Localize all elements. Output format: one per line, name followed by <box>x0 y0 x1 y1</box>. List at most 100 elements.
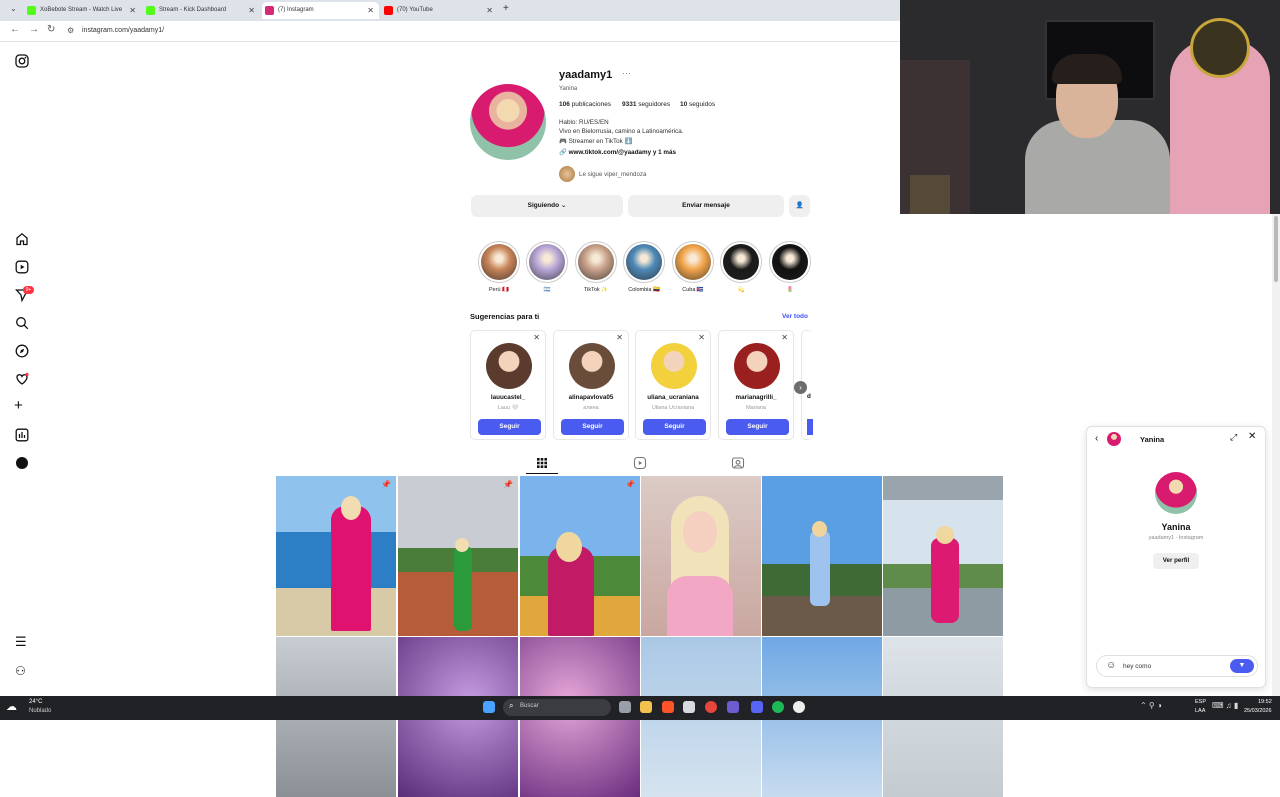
suggestion-card[interactable]: ✕ alinapavlova05 алина Seguir <box>553 330 629 440</box>
forward-icon[interactable]: → <box>29 24 39 35</box>
url-field[interactable]: instagram.com/yaadamy1/ <box>82 27 164 34</box>
tagged-tab-icon[interactable] <box>731 456 745 470</box>
add-user-button[interactable]: 👤 <box>789 195 810 217</box>
obs-icon[interactable] <box>793 701 805 713</box>
tab-kick-watch[interactable]: XoBebote Stream - Watch Live ✕ <box>24 2 141 19</box>
story-highlight[interactable]: 💫 <box>719 241 763 293</box>
reels-icon[interactable] <box>15 260 29 274</box>
close-tab-icon[interactable]: ✕ <box>248 2 255 19</box>
post-thumbnail[interactable] <box>883 476 1003 636</box>
site-info-icon[interactable]: ⚙ <box>67 26 74 35</box>
brave-icon[interactable] <box>662 701 674 713</box>
tab-search-icon[interactable]: ⌄ <box>10 4 17 13</box>
profile-icon[interactable] <box>16 457 28 469</box>
follow-button[interactable]: Seguir <box>726 419 789 435</box>
post-thumbnail[interactable] <box>641 476 761 636</box>
story-highlight[interactable]: TikTok ✨ <box>574 241 618 293</box>
story-highlight[interactable]: Colombia 🇨🇴 <box>622 241 666 293</box>
back-icon[interactable]: ← <box>10 24 20 35</box>
suggestion-username[interactable]: lauucastel_ <box>471 394 545 401</box>
profile-avatar[interactable] <box>470 84 546 160</box>
chrome-icon[interactable] <box>705 701 717 713</box>
suggestion-avatar[interactable] <box>486 343 532 389</box>
message-input[interactable] <box>1123 660 1223 673</box>
post-thumbnail[interactable]: 📌 <box>398 476 518 636</box>
lang-indicator[interactable]: ESP <box>1195 699 1206 705</box>
expand-icon[interactable]: ⤢ <box>1230 432 1237 443</box>
task-view-icon[interactable] <box>619 701 631 713</box>
tab-kick-dashboard[interactable]: Stream - Kick Dashboard ✕ <box>143 2 260 19</box>
suggestion-username[interactable]: uliana_ucraniana <box>636 394 710 401</box>
dismiss-icon[interactable]: ✕ <box>616 333 623 342</box>
threads-icon[interactable]: ⚇ <box>15 664 26 678</box>
suggestion-avatar[interactable] <box>569 343 615 389</box>
spotify-icon[interactable] <box>772 701 784 713</box>
dismiss-icon[interactable]: ✕ <box>533 333 540 342</box>
follower-avatar[interactable] <box>559 166 575 182</box>
tab-instagram[interactable]: (7) Instagram ✕ <box>262 2 379 19</box>
close-tab-icon[interactable]: ✕ <box>486 2 493 19</box>
posts-grid-icon[interactable] <box>535 456 549 470</box>
follow-button[interactable]: Seguir <box>478 419 541 435</box>
dashboard-icon[interactable] <box>15 428 29 442</box>
send-button[interactable]: ▼ <box>1230 659 1254 673</box>
create-icon[interactable]: + <box>14 397 23 414</box>
spreadsheet-icon[interactable] <box>683 701 695 713</box>
back-icon[interactable]: ‹ <box>1095 433 1098 444</box>
tray-icons[interactable]: ⌃ ⚲ ◑ <box>1140 701 1162 710</box>
followed-by-text[interactable]: Le sigue viper_mendoza <box>579 171 646 178</box>
story-highlight[interactable]: Perú 🇵🇪 <box>477 241 521 293</box>
suggestion-avatar[interactable] <box>734 343 780 389</box>
lang-indicator-sub[interactable]: LAA <box>1195 708 1205 714</box>
taskbar-search[interactable]: ⌕ Buscar <box>503 699 611 716</box>
follow-button[interactable]: Seguir <box>561 419 624 435</box>
suggestion-username[interactable]: marianagrilli_ <box>719 394 793 401</box>
post-thumbnail[interactable]: 📌 <box>276 476 396 636</box>
stat-following[interactable]: 10 seguidos <box>680 101 715 108</box>
stat-followers[interactable]: 9331 seguidores <box>622 101 670 108</box>
suggestion-avatar[interactable] <box>651 343 697 389</box>
close-tab-icon[interactable]: ✕ <box>129 2 136 19</box>
follow-button[interactable]: Seguir <box>643 419 706 435</box>
see-all-link[interactable]: Ver todo <box>782 313 808 320</box>
close-tab-icon[interactable]: ✕ <box>367 2 374 19</box>
post-thumbnail[interactable] <box>762 476 882 636</box>
suggestion-card[interactable]: ✕ marianagrilli_ Mariana Seguir <box>718 330 794 440</box>
close-icon[interactable]: ✕ <box>1248 431 1256 442</box>
dismiss-icon[interactable]: ✕ <box>698 333 705 342</box>
dismiss-icon[interactable]: ✕ <box>781 333 788 342</box>
windows-start-icon[interactable] <box>483 701 495 713</box>
dm-header-avatar[interactable] <box>1107 432 1121 446</box>
menu-icon[interactable]: ☰ <box>15 634 27 650</box>
view-profile-button[interactable]: Ver perfil <box>1153 553 1199 569</box>
discord-icon[interactable] <box>751 701 763 713</box>
instagram-icon[interactable] <box>15 54 29 68</box>
page-scrollbar[interactable] <box>1272 214 1280 696</box>
dm-avatar[interactable] <box>1155 472 1197 514</box>
explore-icon[interactable] <box>15 344 29 358</box>
suggestion-card[interactable]: ✕ lauucastel_ Lauu 🤍 Seguir <box>470 330 546 440</box>
search-icon[interactable] <box>15 316 29 330</box>
scroll-thumb[interactable] <box>1274 216 1278 282</box>
reload-icon[interactable]: ↻ <box>47 24 55 35</box>
reels-tab-icon[interactable] <box>633 456 647 470</box>
app-icon[interactable] <box>727 701 739 713</box>
options-icon[interactable]: ··· <box>622 68 631 78</box>
message-button[interactable]: Enviar mensaje <box>628 195 784 217</box>
following-button[interactable]: Siguiendo ⌄ <box>471 195 623 217</box>
tab-youtube[interactable]: (70) YouTube ✕ <box>381 2 498 19</box>
story-highlight[interactable]: 🇦🇷 <box>525 241 569 293</box>
story-highlight[interactable]: 🌷 <box>768 241 812 293</box>
file-explorer-icon[interactable] <box>640 701 652 713</box>
post-thumbnail[interactable]: 📌 <box>520 476 640 636</box>
home-icon[interactable] <box>15 232 29 246</box>
suggestion-card[interactable]: ✕ uliana_ucraniana Uliana Ucraniana Seguir <box>635 330 711 440</box>
profile-link[interactable]: 🔗 www.tiktok.com/@yaadamy y 1 más <box>559 148 676 156</box>
story-highlight[interactable]: Cuba 🇨🇺 <box>671 241 715 293</box>
new-tab-icon[interactable]: + <box>503 3 509 14</box>
next-arrow-icon[interactable]: › <box>794 381 807 394</box>
clock-date[interactable]: 25/03/2026 <box>1244 708 1272 714</box>
suggestion-username[interactable]: alinapavlova05 <box>554 394 628 401</box>
emoji-icon[interactable]: ☺ <box>1106 660 1116 671</box>
tray-icons[interactable]: ⌨ ♫ ▮ <box>1212 701 1238 710</box>
